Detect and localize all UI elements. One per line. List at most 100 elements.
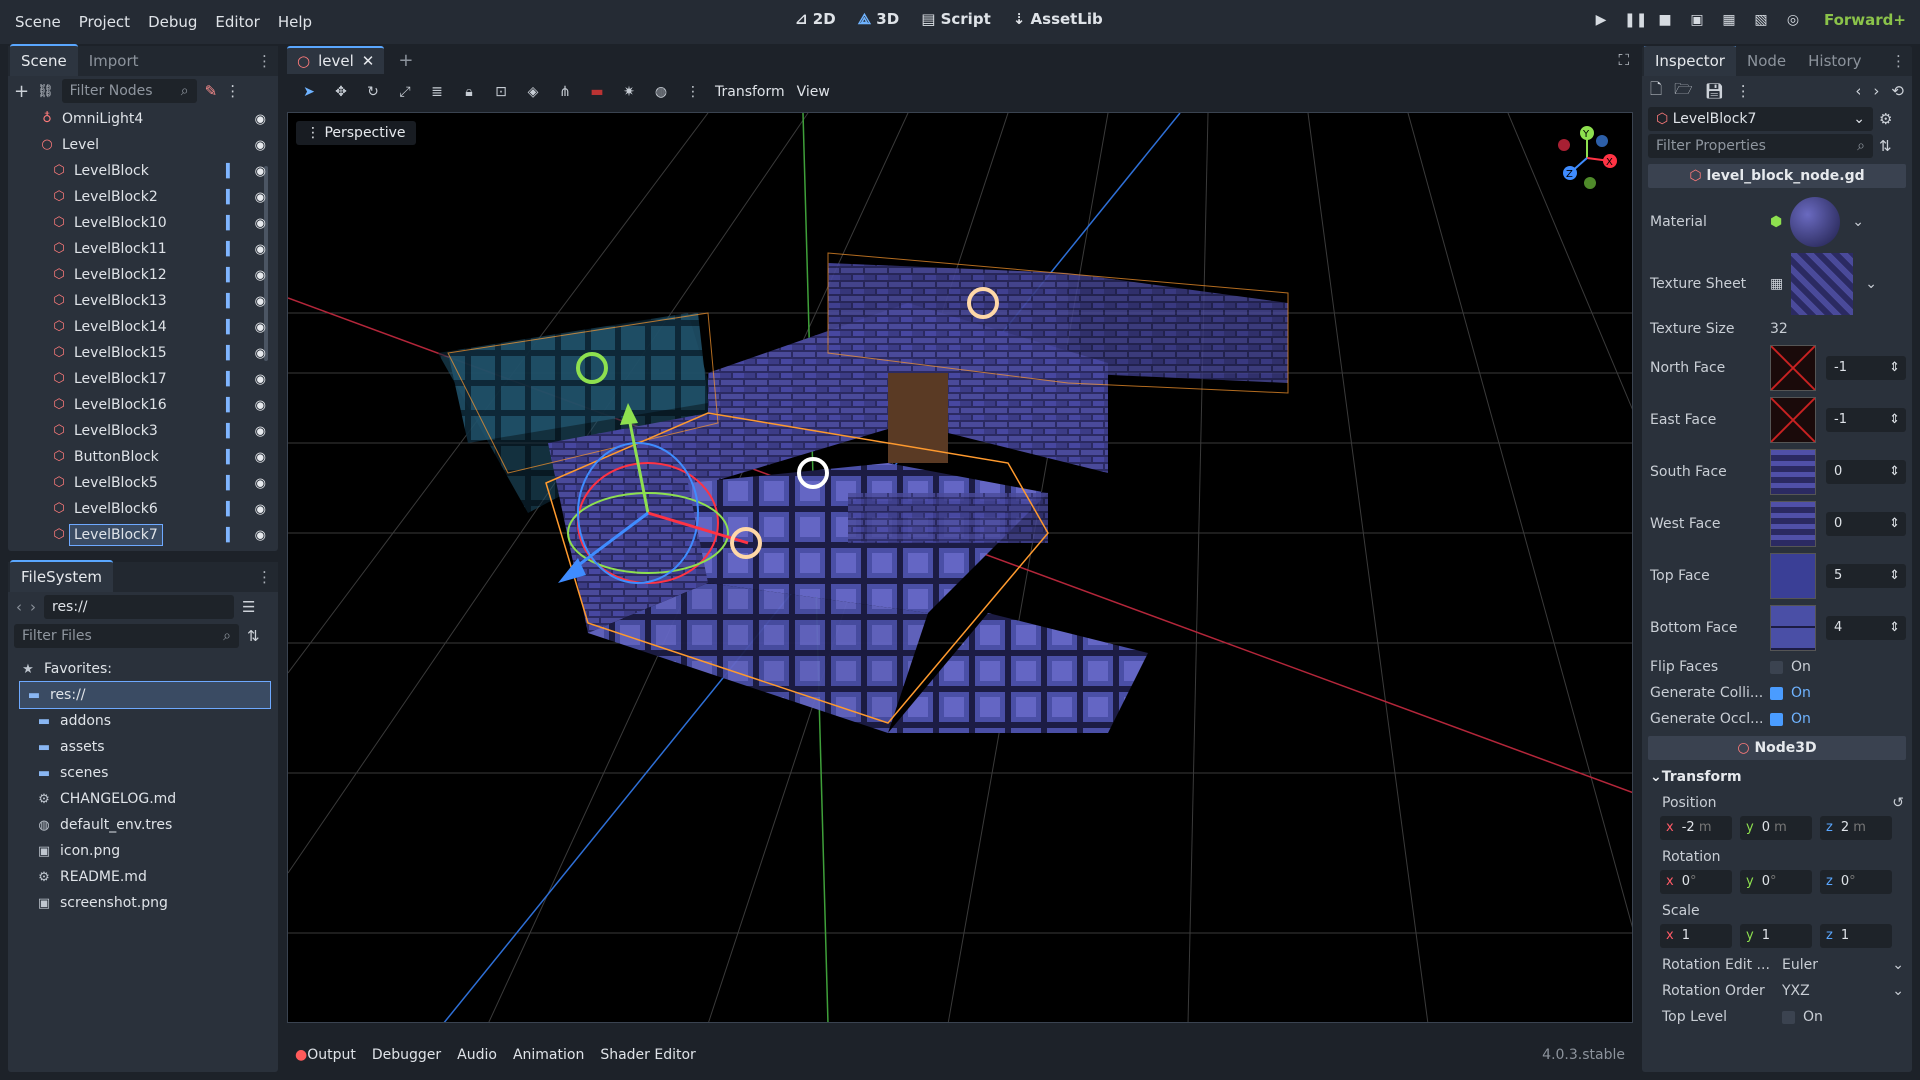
face-index-spinbox[interactable]: 0 ⇕	[1826, 512, 1906, 536]
scene-tree-node[interactable]: ⬡ LevelBlock15 ▍ ◉	[16, 340, 278, 366]
scale-x[interactable]: x1	[1660, 924, 1732, 948]
rotation-x[interactable]: x 0°	[1660, 870, 1732, 894]
filter-nodes-input[interactable]: Filter Nodes ⌕	[61, 79, 197, 103]
top-level-checkbox[interactable]	[1782, 1010, 1795, 1024]
generate-occlusion-property[interactable]: Generate Occl... On	[1642, 706, 1912, 732]
visibility-icon[interactable]: ◉	[255, 294, 266, 309]
reset-icon[interactable]: ↺	[1892, 795, 1904, 811]
rotate-tool-icon[interactable]: ↻	[363, 84, 383, 100]
sun-icon[interactable]: ✷	[619, 84, 639, 100]
list-tool-icon[interactable]: ≣	[427, 84, 447, 100]
flip-faces-checkbox[interactable]	[1770, 660, 1783, 674]
menu-project[interactable]: Project	[70, 13, 139, 31]
face-thumbnail[interactable]	[1770, 553, 1816, 599]
play-custom-scene-icon[interactable]: ▧	[1752, 11, 1770, 29]
spin-arrows-icon[interactable]: ⇕	[1889, 564, 1900, 588]
script-icon[interactable]: ▍	[226, 320, 236, 335]
spin-arrows-icon[interactable]: ⇕	[1889, 460, 1900, 484]
script-icon[interactable]: ▍	[226, 242, 236, 257]
path-field[interactable]: res://	[44, 595, 234, 619]
rotation-y[interactable]: y 0°	[1740, 870, 1812, 894]
distraction-free-icon[interactable]: ⛶	[1618, 51, 1629, 69]
visibility-icon[interactable]: ◉	[255, 190, 266, 205]
transform-section[interactable]: ⌄ Transform	[1642, 764, 1912, 790]
scene-tree-node[interactable]: ⬡ LevelBlock14 ▍ ◉	[16, 314, 278, 340]
tab-shader-editor[interactable]: Shader Editor	[600, 1047, 695, 1063]
generate-collision-checkbox[interactable]	[1770, 686, 1783, 700]
script-icon[interactable]: ▍	[226, 294, 236, 309]
tab-animation[interactable]: Animation	[513, 1047, 584, 1063]
3d-viewport[interactable]: ⋮ Perspective Y X Z	[287, 112, 1633, 1023]
scene-tree-node[interactable]: ⬡ LevelBlock13 ▍ ◉	[16, 288, 278, 314]
texture-sheet-property[interactable]: Texture Sheet ▦ ⌄	[1642, 252, 1912, 316]
history-back-icon[interactable]: ‹	[1855, 82, 1861, 100]
visibility-icon[interactable]: ◉	[255, 164, 266, 179]
script-icon[interactable]: ▍	[226, 450, 236, 465]
assetlib-button[interactable]: ⇣ AssetLib	[1013, 10, 1103, 28]
texture-sheet-preview[interactable]	[1791, 253, 1854, 315]
object-history-icon[interactable]: ⟲	[1891, 82, 1904, 100]
script-icon[interactable]: ▍	[226, 268, 236, 283]
select-tool-icon[interactable]: ➤	[299, 84, 319, 100]
scene-tree-node[interactable]: ⬡ LevelBlock10 ▍ ◉	[16, 210, 278, 236]
scene-tree-node[interactable]: ⬡ LevelBlock ▍ ◉	[16, 158, 278, 184]
face-thumbnail[interactable]	[1770, 501, 1816, 547]
scene-tree-node[interactable]: ⬡ LevelBlock6 ▍ ◉	[16, 496, 278, 522]
generate-occlusion-checkbox[interactable]	[1770, 712, 1783, 726]
file-item[interactable]: ▬ addons	[20, 708, 278, 734]
visibility-icon[interactable]: ◉	[255, 528, 266, 543]
face-index-spinbox[interactable]: -1 ⇕	[1826, 408, 1906, 432]
save-icon[interactable]: 💾︎	[1705, 82, 1724, 100]
transform-menu[interactable]: Transform	[715, 84, 785, 100]
generate-collision-property[interactable]: Generate Colli... On	[1642, 680, 1912, 706]
visibility-icon[interactable]: ◉	[255, 138, 266, 153]
movie-maker-icon[interactable]: ◎	[1784, 11, 1802, 29]
forward-icon[interactable]: ›	[30, 598, 36, 616]
file-item[interactable]: ▬ res://	[19, 681, 271, 709]
back-icon[interactable]: ‹	[16, 598, 22, 616]
face-property[interactable]: West Face 0 ⇕	[1642, 498, 1912, 550]
camera-preview-icon[interactable]: ▬	[587, 84, 607, 100]
scene-tree-node[interactable]: ♁ OmniLight4 ◉	[16, 106, 278, 132]
renderer-selector[interactable]: Forward+	[1824, 11, 1906, 29]
spin-arrows-icon[interactable]: ⇕	[1889, 512, 1900, 536]
sort-icon[interactable]: ⇅	[247, 627, 260, 645]
script-icon[interactable]: ▍	[226, 372, 236, 387]
menu-help[interactable]: Help	[269, 13, 321, 31]
menu-editor[interactable]: Editor	[206, 13, 268, 31]
scene-tree-node[interactable]: ⬡ LevelBlock16 ▍ ◉	[16, 392, 278, 418]
material-property[interactable]: Material ⬢ ⌄	[1642, 192, 1912, 252]
face-index-spinbox[interactable]: 4 ⇕	[1826, 616, 1906, 640]
face-index-spinbox[interactable]: -1 ⇕	[1826, 356, 1906, 380]
script-button[interactable]: ▤ Script	[921, 10, 991, 28]
position-x[interactable]: x -2 m	[1660, 816, 1732, 840]
scene-tree-node[interactable]: ⬡ LevelBlock11 ▍ ◉	[16, 236, 278, 262]
node-selector[interactable]: ⬡ LevelBlock7 ⌄	[1648, 107, 1873, 131]
scene-tree-node[interactable]: ⬡ LevelBlock2 ▍ ◉	[16, 184, 278, 210]
face-property[interactable]: Bottom Face 4 ⇕	[1642, 602, 1912, 654]
scene-tree-node[interactable]: ○ Level ◉	[16, 132, 278, 158]
tab-node[interactable]: Node	[1736, 46, 1797, 76]
tab-debugger[interactable]: Debugger	[372, 1047, 441, 1063]
link-icon[interactable]: ⛓	[37, 84, 54, 99]
visibility-icon[interactable]: ◉	[255, 398, 266, 413]
file-item[interactable]: ◍ default_env.tres	[20, 812, 278, 838]
tab-filesystem[interactable]: FileSystem	[10, 560, 114, 592]
flip-faces-property[interactable]: Flip Faces On	[1642, 654, 1912, 680]
favorites-item[interactable]: ★ Favorites:	[20, 656, 278, 682]
material-preview[interactable]	[1790, 197, 1841, 247]
split-view-icon[interactable]: ☰	[242, 598, 255, 616]
stop-icon[interactable]: ■	[1656, 11, 1674, 29]
lock-icon[interactable]: 🔒︎	[459, 84, 479, 100]
environment-icon[interactable]: ◍	[651, 84, 671, 100]
filesystem-menu-icon[interactable]: ⋮	[257, 568, 272, 586]
filter-properties-input[interactable]: Filter Properties ⌕	[1648, 134, 1873, 158]
script-icon[interactable]: ▍	[226, 216, 236, 231]
filter-files-input[interactable]: Filter Files ⌕	[14, 624, 239, 648]
remote-debug-icon[interactable]: ▣	[1688, 11, 1706, 29]
tab-history[interactable]: History	[1797, 46, 1872, 76]
menu-scene[interactable]: Scene	[6, 13, 70, 31]
view-gizmo[interactable]: Y X Z	[1552, 123, 1622, 193]
file-item[interactable]: ⚙ README.md	[20, 864, 278, 890]
face-index-spinbox[interactable]: 0 ⇕	[1826, 460, 1906, 484]
